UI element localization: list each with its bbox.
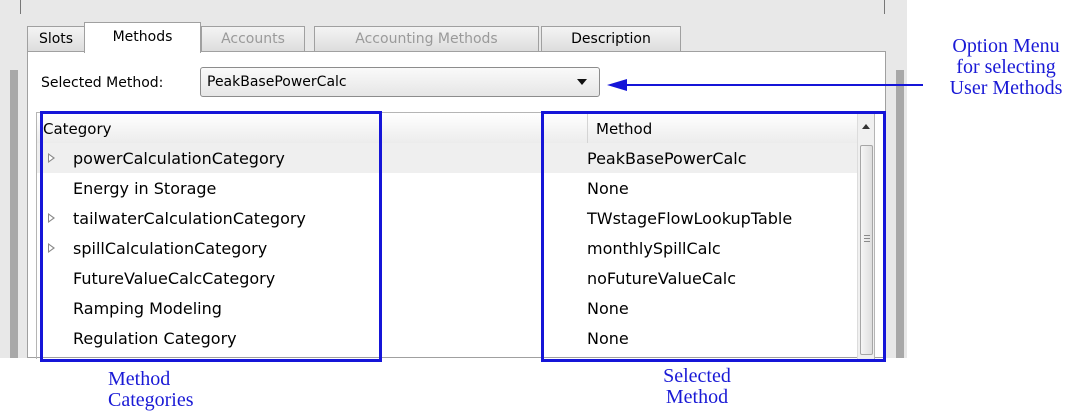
frame-divider [884, 0, 885, 14]
tab-methods[interactable]: Methods [84, 22, 201, 53]
selected-method-annotation: Selected Method [642, 366, 752, 408]
annotation-arrow-icon [607, 79, 923, 91]
option-menu-annotation: Option Menu for selecting User Methods [926, 36, 1086, 99]
selected-method-dropdown[interactable]: PeakBasePowerCalc [200, 67, 600, 97]
selected-method-label: Selected Method: [41, 75, 164, 91]
tab-accounts[interactable]: Accounts [201, 26, 305, 52]
method-categories-highlight-box [40, 111, 382, 362]
annotation-line: Categories [108, 389, 194, 411]
dropdown-arrow-icon [577, 79, 587, 85]
selected-method-value: PeakBasePowerCalc [207, 74, 347, 90]
annotation-line: Selected [663, 365, 731, 387]
annotation-line: for selecting [956, 56, 1056, 78]
tab-accounting-methods[interactable]: Accounting Methods [314, 26, 539, 52]
frame-edge [896, 70, 904, 358]
annotation-line: Method [108, 368, 171, 390]
frame-edge [10, 70, 18, 358]
frame-divider [20, 0, 21, 14]
annotation-line: Option Menu [952, 35, 1060, 57]
annotation-line: Method [665, 386, 729, 408]
method-categories-annotation: Method Categories [108, 369, 194, 411]
annotation-line: User Methods [949, 77, 1063, 99]
selected-method-highlight-box [541, 111, 886, 362]
tab-description[interactable]: Description [541, 26, 681, 52]
tab-slots[interactable]: Slots [27, 26, 85, 52]
